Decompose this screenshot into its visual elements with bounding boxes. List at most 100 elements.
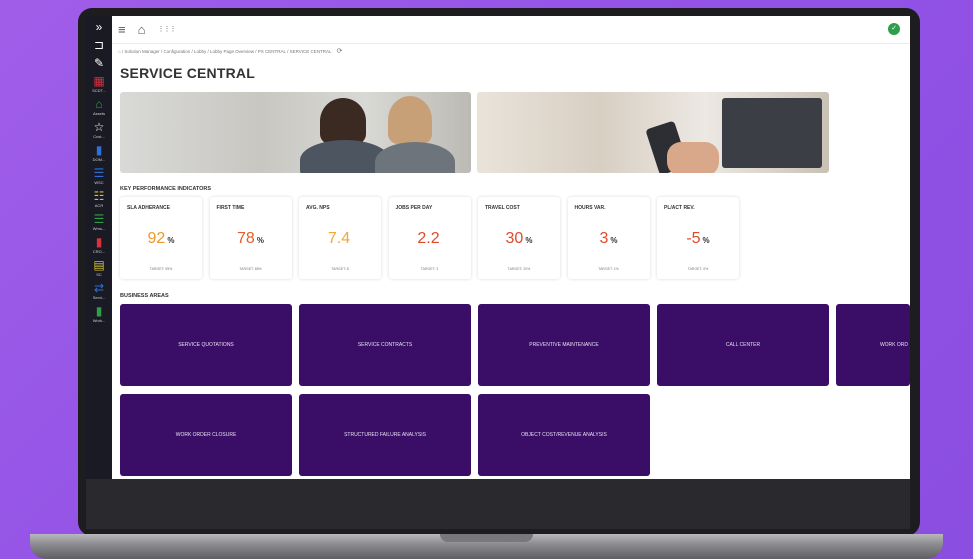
kpi-target: TARGET: 20% bbox=[507, 267, 531, 271]
nav-item-bookmarks[interactable]: ⊐ bbox=[86, 39, 112, 52]
nav-item-label: SCDT... bbox=[92, 88, 106, 93]
star-icon: ☆ bbox=[93, 120, 105, 134]
kpi-value: -5% bbox=[657, 230, 739, 248]
nav-item-cro[interactable]: ▮ CRO... bbox=[86, 235, 112, 255]
nav-item-sc[interactable]: ▤ SC bbox=[86, 258, 112, 278]
technician-head-illustration bbox=[388, 96, 432, 144]
kpi-target: TARGET: 3 bbox=[420, 267, 439, 271]
kpi-card-jobs-per-day[interactable]: JOBS PER DAY 2.2 TARGET: 3 bbox=[388, 197, 471, 279]
kpi-card-avg-nps[interactable]: AVG. NPS 7.4 TARGET: 8 bbox=[299, 197, 381, 279]
kpi-name: HOURS VAR. bbox=[574, 205, 606, 211]
kpi-value: 78% bbox=[210, 230, 292, 248]
nav-item-label: CRO... bbox=[92, 249, 106, 254]
breadcrumb: ⌂ / Solution Manager / Configuration / L… bbox=[118, 47, 343, 57]
top-toolbar: ≡ ⌂ ⋮⋮⋮ ✓ bbox=[112, 16, 910, 44]
tile-service-contracts[interactable]: SERVICE CONTRACTS bbox=[299, 304, 471, 386]
kpi-number: 7.4 bbox=[327, 230, 351, 247]
kpi-target: TARGET: 95% bbox=[149, 267, 173, 271]
breadcrumb-path[interactable]: ⌂ / Solution Manager / Configuration / L… bbox=[118, 49, 331, 54]
tile-service-quotations[interactable]: SERVICE QUOTATIONS bbox=[120, 304, 292, 386]
nav-item-label: WSC bbox=[94, 180, 104, 185]
nav-rail: » ⊐ ✎ ▦ SCDT... ⌂ Assets ☆ Cust... ▮ DOM… bbox=[86, 16, 112, 479]
tile-call-center[interactable]: CALL CENTER bbox=[657, 304, 829, 386]
kpi-name: FIRST TIME bbox=[216, 205, 245, 211]
report-icon: ▤ bbox=[93, 258, 105, 272]
nav-item-expand[interactable]: » bbox=[86, 21, 112, 34]
app-screen: » ⊐ ✎ ▦ SCDT... ⌂ Assets ☆ Cust... ▮ DOM… bbox=[86, 16, 910, 479]
expand-icon: » bbox=[95, 20, 103, 34]
nav-item-acr[interactable]: ☷ ACR bbox=[86, 189, 112, 209]
kpi-unit: % bbox=[167, 236, 175, 245]
kpi-unit: % bbox=[610, 236, 618, 245]
nav-item-work[interactable]: ▮ Work... bbox=[86, 304, 112, 324]
kpi-name: TRAVEL COST bbox=[485, 205, 520, 211]
list-icon: ☰ bbox=[93, 212, 105, 226]
tile-preventive-maintenance[interactable]: PREVENTIVE MAINTENANCE bbox=[478, 304, 650, 386]
nav-item-wms[interactable]: ☰ Wms... bbox=[86, 212, 112, 232]
kpi-number: 30 bbox=[505, 230, 524, 247]
nav-item-customers[interactable]: ☆ Cust... bbox=[86, 120, 112, 140]
pencil-icon: ✎ bbox=[93, 56, 105, 70]
kpi-value: 3% bbox=[568, 230, 650, 248]
kpi-unit: % bbox=[525, 236, 533, 245]
laptop-illustration bbox=[722, 98, 822, 168]
nav-item-label: SC bbox=[96, 272, 102, 277]
table-icon: ☷ bbox=[93, 189, 105, 203]
business-section-label: BUSINESS AREAS bbox=[120, 293, 169, 299]
kpi-value: 2.2 bbox=[389, 230, 471, 248]
page-title: SERVICE CENTRAL bbox=[120, 65, 255, 81]
tile-structured-failure-analysis[interactable]: STRUCTURED FAILURE ANALYSIS bbox=[299, 394, 471, 476]
document-icon: ▮ bbox=[95, 143, 103, 157]
technician-head-illustration bbox=[320, 98, 366, 144]
refresh-icon[interactable]: ⟳ bbox=[337, 48, 343, 55]
nav-item-label: ACR bbox=[94, 203, 104, 208]
kpi-unit: % bbox=[702, 236, 710, 245]
kpi-name: AVG. NPS bbox=[306, 205, 330, 211]
nav-item-label: Servi... bbox=[92, 295, 106, 300]
kpi-number: 78 bbox=[237, 230, 255, 247]
tile-object-cost-revenue-analysis[interactable]: OBJECT COST/REVENUE ANALYSIS bbox=[478, 394, 650, 476]
kpi-section-label: KEY PERFORMANCE INDICATORS bbox=[120, 186, 212, 192]
home-icon[interactable]: ⌂ bbox=[138, 23, 146, 36]
kpi-card-sla-adherance[interactable]: SLA ADHERANCE 92% TARGET: 95% bbox=[120, 197, 202, 279]
hamburger-menu-icon[interactable]: ≡ bbox=[118, 23, 126, 36]
nav-item-label: Wms... bbox=[92, 226, 106, 231]
kpi-card-first-time[interactable]: FIRST TIME 78% TARGET: 85% bbox=[209, 197, 292, 279]
tile-work-order-closure[interactable]: WORK ORDER CLOSURE bbox=[120, 394, 292, 476]
home-icon: ⌂ bbox=[95, 97, 103, 111]
apps-grid-icon[interactable]: ⋮⋮⋮ bbox=[157, 23, 176, 36]
hand-illustration bbox=[667, 142, 719, 173]
kpi-target: TARGET: 85% bbox=[239, 267, 262, 271]
kpi-card-hours-var[interactable]: HOURS VAR. 3% TARGET: 1% bbox=[567, 197, 650, 279]
user-avatar[interactable]: ✓ bbox=[888, 23, 900, 35]
nav-item-edit[interactable]: ✎ bbox=[86, 57, 112, 70]
banner-image-phone bbox=[477, 92, 829, 173]
nav-item-service[interactable]: ⇄ Servi... bbox=[86, 281, 112, 301]
kpi-value: 92% bbox=[120, 230, 202, 248]
nav-item-label: Assets bbox=[92, 111, 105, 116]
banner-image-technicians bbox=[120, 92, 471, 173]
kpi-unit: % bbox=[256, 236, 264, 245]
transfer-icon: ⇄ bbox=[93, 281, 105, 295]
kpi-card-travel-cost[interactable]: TRAVEL COST 30% TARGET: 20% bbox=[478, 197, 560, 279]
kpi-value: 7.4 bbox=[299, 230, 381, 248]
nav-item-wsc[interactable]: ☰ WSC bbox=[86, 166, 112, 186]
technician-body-illustration bbox=[375, 142, 455, 173]
nav-item-dom[interactable]: ▮ DOM... bbox=[86, 143, 112, 163]
bookmark-icon: ⊐ bbox=[93, 38, 105, 52]
kpi-row: SLA ADHERANCE 92% TARGET: 95% FIRST TIME… bbox=[120, 197, 747, 279]
laptop-notch bbox=[440, 534, 533, 542]
kpi-value: 30% bbox=[478, 230, 560, 248]
list-icon: ☰ bbox=[93, 166, 105, 180]
kpi-name: SLA ADHERANCE bbox=[127, 205, 170, 211]
nav-item-assets[interactable]: ⌂ Assets bbox=[86, 97, 112, 117]
nav-item-label: DOM... bbox=[92, 157, 106, 162]
nav-item-scdt[interactable]: ▦ SCDT... bbox=[86, 75, 112, 94]
tile-work-order[interactable]: WORK ORD bbox=[836, 304, 910, 386]
nav-item-label: Work... bbox=[92, 318, 106, 323]
kpi-target: TARGET: 1% bbox=[598, 267, 619, 271]
document-icon: ▮ bbox=[95, 235, 103, 249]
kpi-number: -5 bbox=[686, 230, 701, 247]
document-icon: ▮ bbox=[95, 304, 103, 318]
kpi-card-plact-rev[interactable]: PL/ACT REV. -5% TARGET: 0% bbox=[657, 197, 739, 279]
